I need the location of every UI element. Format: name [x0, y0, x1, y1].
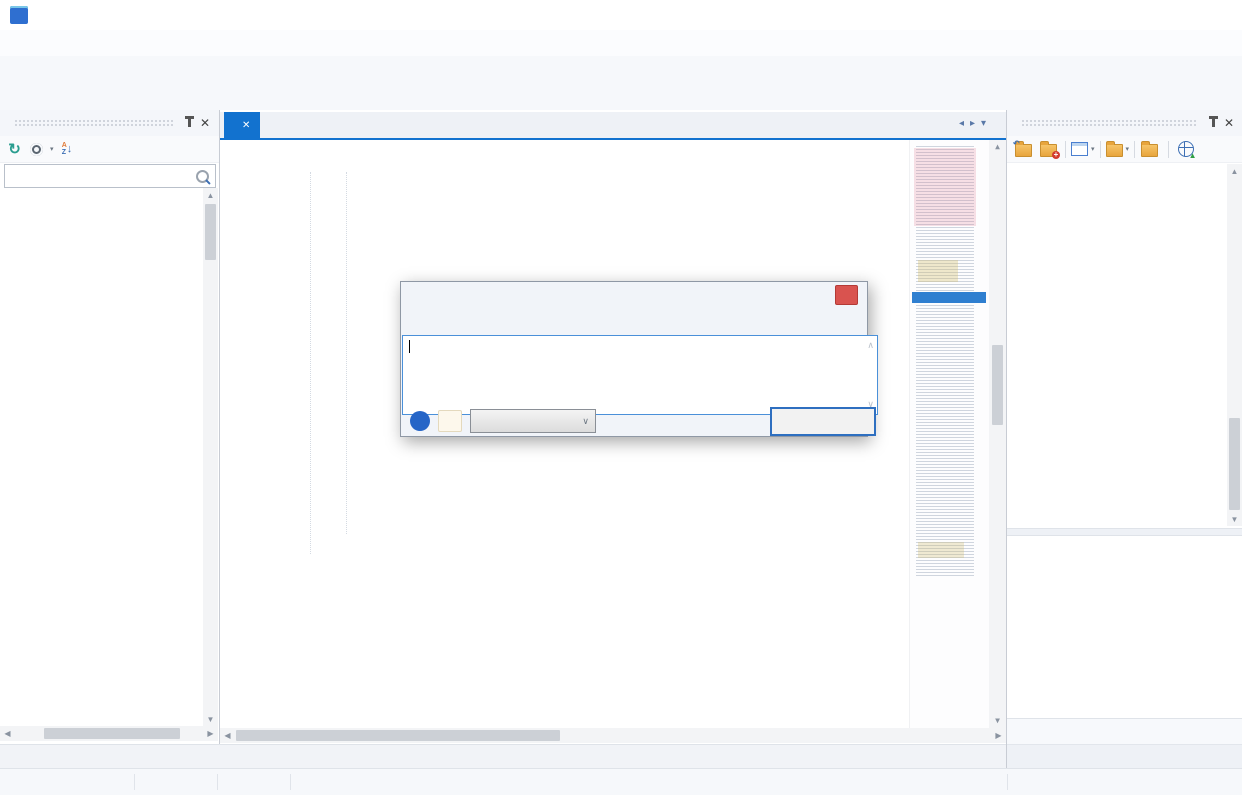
list-view-icon	[1071, 142, 1088, 156]
file-explorer-header: ✕	[1007, 110, 1242, 136]
minimap[interactable]	[909, 140, 990, 728]
model-select[interactable]: ∨	[470, 409, 596, 433]
folder-globe-icon	[1141, 144, 1158, 157]
app-logo-icon	[10, 6, 28, 24]
code-explorer-panel: ✕ ↻ ▾ AZ ↓ ▲ ▼ ◀ ▶	[0, 110, 220, 744]
folder-plus-icon: +	[1040, 144, 1057, 157]
editor-vscrollbar[interactable]: ▲ ▼	[989, 140, 1006, 728]
close-button[interactable]	[1196, 0, 1242, 30]
gear-icon	[30, 143, 43, 156]
folder-menu-button[interactable]: ▾	[1106, 137, 1130, 161]
editor-hscrollbar[interactable]: ◀ ▶	[220, 728, 1006, 743]
dialog-close-button[interactable]	[835, 285, 858, 305]
ai-prompt-dialog: ∧ ∨ ∨	[400, 281, 868, 437]
pin-icon[interactable]	[181, 116, 197, 130]
code-explorer-header: ✕	[0, 110, 219, 136]
file-explorer-tree	[1007, 164, 1227, 526]
prompt-textarea[interactable]: ∧ ∨	[402, 335, 878, 415]
file-explorer-vscrollbar[interactable]: ▲ ▼	[1227, 164, 1242, 526]
code-explorer-tree	[0, 188, 202, 726]
view-mode-button[interactable]: ▾	[1071, 137, 1095, 161]
document-tab-bar: ✕ ◂▸▾	[220, 112, 1006, 140]
globe-up-icon: ▲	[1178, 141, 1194, 157]
search-icon	[196, 170, 209, 183]
panel-tab-group	[1007, 744, 1242, 769]
dialog-tab-bar	[401, 308, 867, 335]
panel-close-icon[interactable]: ✕	[1221, 116, 1237, 130]
panel-drag-handle[interactable]	[14, 119, 173, 127]
textarea-scroll-up-icon[interactable]: ∧	[867, 340, 874, 351]
dialog-footer: ∨	[401, 406, 885, 436]
publish-button[interactable]: ▲	[1174, 137, 1197, 161]
file-explorer-toolbar: ↶ + ▾ ▾ ▲	[1007, 136, 1242, 163]
maximize-button[interactable]	[1150, 0, 1196, 30]
bottom-tab-bar	[0, 744, 1006, 769]
pin-icon[interactable]	[1205, 116, 1221, 130]
explorer-tab-group	[1007, 718, 1242, 744]
panel-close-icon[interactable]: ✕	[197, 116, 213, 130]
folder-icon	[1106, 144, 1123, 157]
favorites-button[interactable]	[438, 410, 462, 432]
panel-splitter[interactable]	[1007, 528, 1242, 536]
code-explorer-vscrollbar[interactable]: ▲ ▼	[203, 188, 218, 726]
tab-scroll-buttons[interactable]: ◂▸▾	[959, 118, 992, 129]
file-list	[1007, 536, 1242, 718]
new-folder-button[interactable]: +	[1037, 137, 1060, 161]
code-explorer-search[interactable]	[4, 164, 216, 188]
panel-drag-handle[interactable]	[1021, 119, 1197, 127]
projects-button[interactable]	[1140, 137, 1163, 161]
dialog-title-bar[interactable]	[401, 282, 867, 308]
submit-button[interactable]	[770, 407, 876, 436]
file-size	[135, 774, 218, 790]
sort-button[interactable]: AZ ↓	[56, 137, 79, 161]
menu-bar	[0, 30, 1242, 57]
options-button[interactable]: ▾	[30, 137, 54, 161]
text-caret	[409, 340, 410, 353]
project-name	[1007, 774, 1242, 790]
tab-close-icon[interactable]: ✕	[242, 120, 250, 131]
code-explorer-toolbar: ↻ ▾ AZ ↓	[0, 136, 219, 163]
encoding	[218, 774, 291, 790]
title-bar	[0, 0, 1242, 31]
caret-position	[0, 774, 135, 790]
toolbar-format	[0, 82, 1242, 111]
tab-main-php[interactable]: ✕	[224, 112, 260, 138]
refresh-button[interactable]: ↻	[5, 137, 28, 161]
status-bar	[0, 768, 1242, 795]
toolbar-main	[0, 56, 1242, 83]
refresh-icon: ↻	[8, 140, 21, 158]
folder-up-icon: ↶	[1015, 144, 1032, 157]
help-hint	[291, 774, 1007, 790]
minimize-button[interactable]	[1104, 0, 1150, 30]
parent-folder-button[interactable]: ↶	[1012, 137, 1035, 161]
code-explorer-hscrollbar[interactable]: ◀ ▶	[0, 726, 218, 741]
file-explorer-panel: ✕ ↶ + ▾ ▾ ▲ ▲ ▼	[1006, 110, 1242, 768]
help-button[interactable]	[410, 411, 430, 431]
